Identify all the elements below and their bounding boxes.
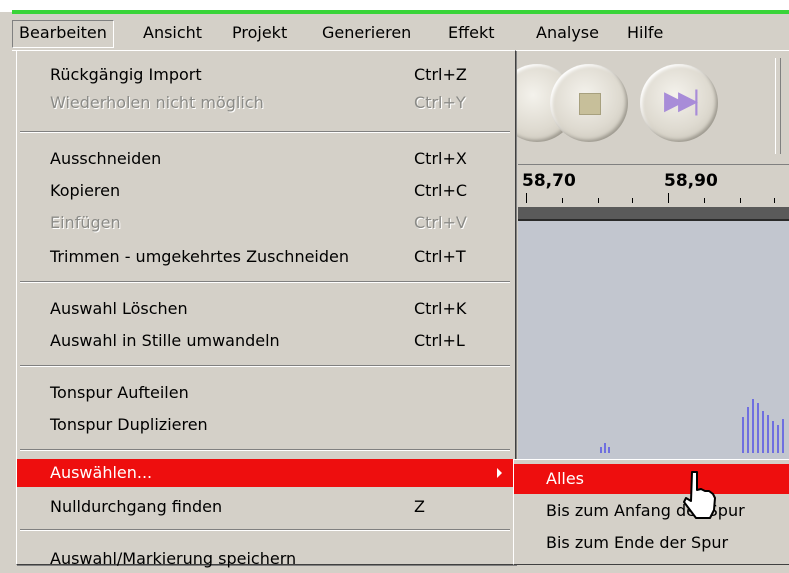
toolbar-divider: [775, 58, 781, 154]
menu-hilfe[interactable]: Hilfe: [621, 20, 669, 46]
edit-menu: Rückgängig Import Ctrl+Z Wiederholen nic…: [16, 50, 516, 568]
menu-item-undo[interactable]: Rückgängig Import Ctrl+Z: [17, 61, 515, 89]
menu-item-copy[interactable]: Kopieren Ctrl+C: [17, 177, 515, 205]
ruler-tick: [668, 193, 669, 203]
menu-item-delete-selection[interactable]: Auswahl Löschen Ctrl+K: [17, 295, 515, 323]
menu-item-label: Wiederholen nicht möglich: [50, 93, 264, 112]
menu-item-label: Nulldurchgang finden: [50, 497, 223, 516]
menu-projekt[interactable]: Projekt: [226, 20, 293, 46]
menu-item-shortcut: Ctrl+Z: [414, 65, 467, 84]
menu-separator: [20, 529, 510, 531]
menu-item-select[interactable]: Auswählen...: [17, 459, 515, 487]
track-header-bar: [518, 207, 789, 221]
submenu-item-to-end[interactable]: Bis zum Ende der Spur: [514, 528, 789, 558]
waveform-sample: [772, 421, 774, 453]
waveform-sample: [600, 447, 602, 453]
ruler-tick: [632, 198, 633, 203]
menu-item-label: Ausschneiden: [50, 149, 162, 168]
waveform-sample: [777, 425, 779, 453]
submenu-item-label: Bis zum Ende der Spur: [546, 533, 729, 552]
mouse-cursor-icon: [683, 471, 716, 519]
menu-separator: [20, 449, 510, 451]
menu-item-shortcut: Ctrl+C: [414, 181, 468, 200]
waveform-sample: [747, 407, 749, 453]
menu-item-label: Einfügen: [50, 213, 121, 232]
menu-item-shortcut: Ctrl+L: [414, 331, 465, 350]
waveform-sample: [608, 447, 610, 453]
menu-item-label: Auswahl in Stille umwandeln: [50, 331, 280, 350]
waveform-sample: [782, 419, 784, 453]
menu-item-shortcut: Ctrl+T: [414, 247, 466, 266]
waveform-sample: [757, 403, 759, 453]
menu-item-label: Tonspur Duplizieren: [50, 415, 208, 434]
waveform-sample: [604, 443, 606, 453]
select-submenu: Alles Bis zum Anfang der Spur Bis zum En…: [513, 459, 789, 565]
ruler-tick: [526, 193, 527, 203]
menu-item-label: Trimmen - umgekehrtes Zuschneiden: [50, 247, 350, 266]
ruler-tick: [740, 198, 741, 203]
menu-item-cut[interactable]: Ausschneiden Ctrl+X: [17, 145, 515, 173]
waveform-sample: [767, 415, 769, 453]
ruler-label: 58,70: [522, 171, 576, 191]
skip-to-end-icon: ▶▶|: [664, 86, 701, 116]
submenu-arrow-icon: [497, 468, 502, 478]
menu-item-label: Auswählen...: [50, 463, 153, 482]
menu-generieren[interactable]: Generieren: [316, 20, 417, 46]
ruler-label: 58,90: [664, 171, 718, 191]
menu-item-label: Tonspur Aufteilen: [50, 383, 189, 402]
ruler-tick: [562, 198, 563, 203]
menu-effekt[interactable]: Effekt: [442, 20, 501, 46]
menu-item-shortcut: Ctrl+K: [414, 299, 467, 318]
menu-separator: [20, 281, 510, 283]
menu-separator: [20, 131, 510, 133]
menu-item-label: Auswahl/Markierung speichern: [50, 549, 297, 568]
stop-icon: [579, 93, 601, 115]
waveform-sample: [742, 417, 744, 453]
menu-item-label: Auswahl Löschen: [50, 299, 188, 318]
menu-separator: [20, 365, 510, 367]
menu-item-split-track[interactable]: Tonspur Aufteilen: [17, 379, 515, 407]
menu-item-label: Kopieren: [50, 181, 121, 200]
menu-item-paste: Einfügen Ctrl+V: [17, 209, 515, 237]
submenu-item-label: Alles: [546, 469, 585, 488]
menu-item-find-zero-crossing[interactable]: Nulldurchgang finden Z: [17, 493, 515, 521]
ruler-tick: [774, 198, 775, 203]
stop-button[interactable]: [550, 64, 628, 142]
submenu-item-to-start[interactable]: Bis zum Anfang der Spur: [514, 496, 789, 526]
menu-item-shortcut: Ctrl+V: [414, 213, 467, 232]
menu-item-shortcut: Z: [414, 497, 425, 516]
menu-item-duplicate-track[interactable]: Tonspur Duplizieren: [17, 411, 515, 439]
waveform-sample: [752, 399, 754, 453]
menu-analyse[interactable]: Analyse: [530, 20, 605, 46]
menu-item-trim[interactable]: Trimmen - umgekehrtes Zuschneiden Ctrl+T: [17, 243, 515, 271]
transport-toolbar: ▶▶|: [498, 52, 789, 164]
timeline-ruler[interactable]: 58,70 58,90: [518, 164, 789, 207]
menu-item-shortcut: Ctrl+Y: [414, 93, 466, 112]
menu-item-silence-selection[interactable]: Auswahl in Stille umwandeln Ctrl+L: [17, 327, 515, 355]
menu-bar: Bearbeiten Ansicht Projekt Generieren Ef…: [12, 14, 789, 51]
menu-item-redo: Wiederholen nicht möglich Ctrl+Y: [17, 89, 515, 117]
menu-ansicht[interactable]: Ansicht: [137, 20, 208, 46]
menu-item-label: Rückgängig Import: [50, 65, 202, 84]
skip-to-end-button[interactable]: ▶▶|: [640, 64, 718, 142]
ruler-tick: [704, 198, 705, 203]
menu-item-shortcut: Ctrl+X: [414, 149, 467, 168]
menu-item-save-selection[interactable]: Auswahl/Markierung speichern: [17, 545, 515, 573]
waveform-sample: [762, 411, 764, 453]
ruler-tick: [598, 198, 599, 203]
submenu-item-all[interactable]: Alles: [514, 464, 789, 494]
menu-bearbeiten[interactable]: Bearbeiten: [12, 20, 114, 48]
